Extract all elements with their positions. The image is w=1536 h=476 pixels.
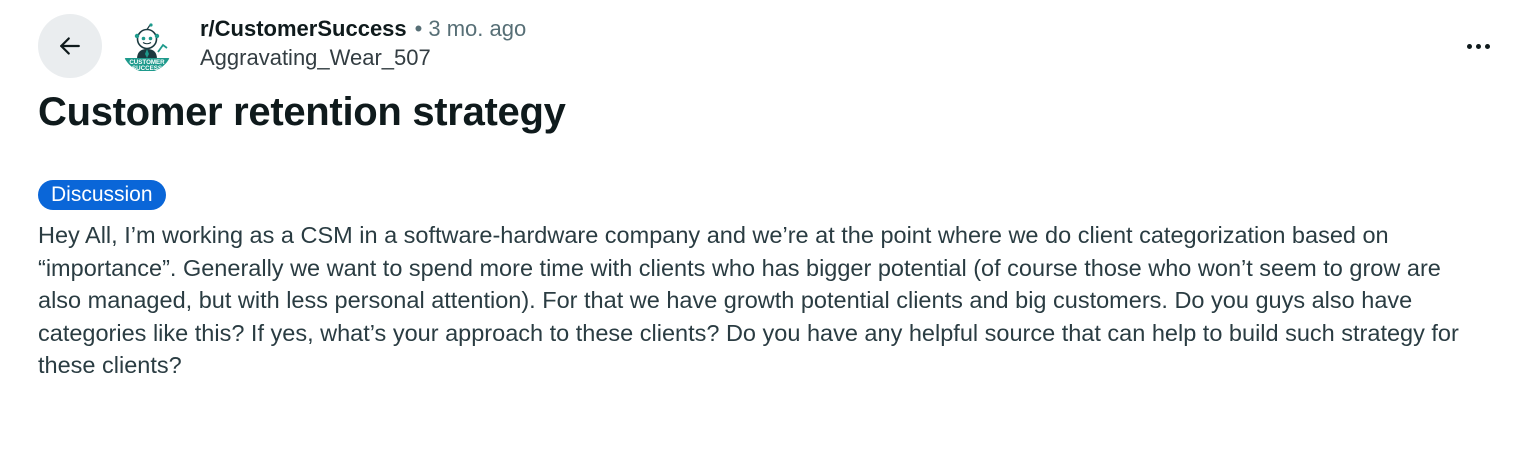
post-body: Hey All, I’m working as a CSM in a softw… — [38, 222, 1459, 378]
avatar-text-line2: SUCCESS — [132, 65, 162, 72]
subreddit-avatar[interactable]: CUSTOMER SUCCESS — [122, 22, 172, 72]
back-button[interactable] — [38, 14, 102, 78]
post-flair[interactable]: Discussion — [38, 180, 166, 210]
more-dot — [1475, 43, 1481, 49]
subreddit-link[interactable]: r/CustomerSuccess — [200, 16, 407, 42]
more-options-button[interactable] — [1460, 36, 1496, 56]
post-page: CUSTOMER SUCCESS r/CustomerSuccess • 3 m… — [0, 0, 1536, 476]
post-meta: r/CustomerSuccess • 3 mo. ago Aggravatin… — [200, 16, 526, 71]
post-title: Customer retention strategy — [38, 90, 566, 134]
meta-line: r/CustomerSuccess • 3 mo. ago — [200, 16, 526, 42]
subreddit-logo: CUSTOMER SUCCESS — [124, 23, 170, 72]
meta-separator: • — [414, 16, 423, 41]
arrow-left-icon — [60, 37, 80, 55]
more-dot — [1484, 43, 1490, 49]
more-dot — [1466, 43, 1472, 49]
author-link[interactable]: Aggravating_Wear_507 — [200, 45, 526, 71]
post-time: 3 mo. ago — [428, 16, 527, 41]
